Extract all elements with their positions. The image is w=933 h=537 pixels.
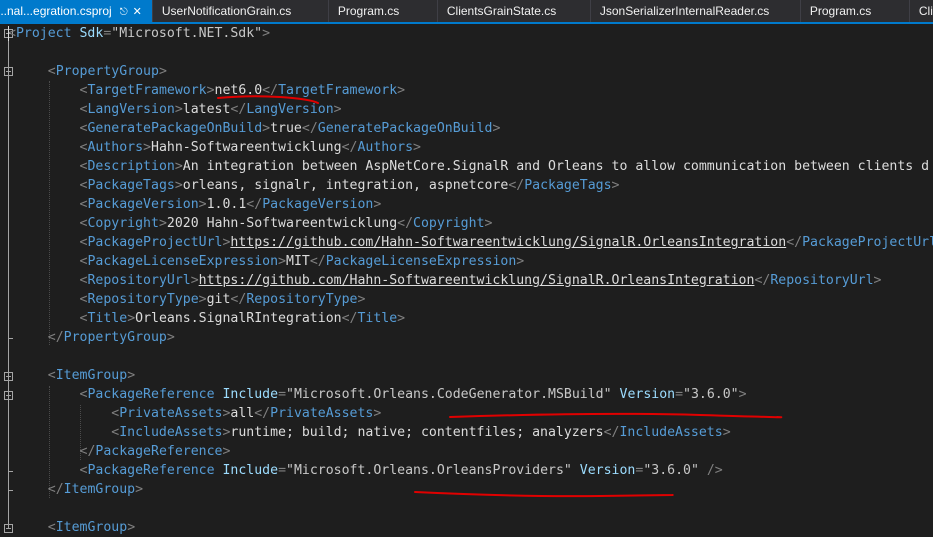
tab-label: ...nal...egration.csproj	[0, 4, 112, 18]
tab-label: Program.cs	[809, 4, 872, 18]
pin-icon[interactable]: ⎋	[120, 7, 128, 18]
tab-label: UserNotificationGrain.cs	[161, 4, 292, 18]
tab-jsonserializerinternalreader[interactable]: JsonSerializerInternalReader.cs	[590, 0, 801, 22]
tab-program-2[interactable]: Program.cs	[800, 0, 910, 22]
tab-label: Program.cs	[337, 4, 400, 18]
code-editor[interactable]: <Project Sdk="Microsoft.NET.Sdk"> <Prope…	[0, 24, 933, 535]
tab-program[interactable]: Program.cs	[328, 0, 438, 22]
tab-label: JsonSerializerInternalReader.cs	[599, 4, 770, 18]
tab-label: ClientsGrainState.cs	[446, 4, 557, 18]
document-tab-bar: ...nal...egration.csproj ⎋ ✕ UserNotificat…	[0, 0, 933, 24]
tab-usernotificationgrain[interactable]: UserNotificationGrain.cs	[152, 0, 329, 22]
tab-csproj[interactable]: ...nal...egration.csproj ⎋ ✕	[0, 0, 153, 22]
red-annotation-underlines	[217, 95, 783, 498]
tab-clientsgrainstate[interactable]: ClientsGrainState.cs	[437, 0, 591, 22]
tab-label: Clie	[918, 4, 933, 18]
close-icon[interactable]: ✕	[133, 6, 142, 18]
tab-partial[interactable]: Clie	[909, 0, 933, 22]
